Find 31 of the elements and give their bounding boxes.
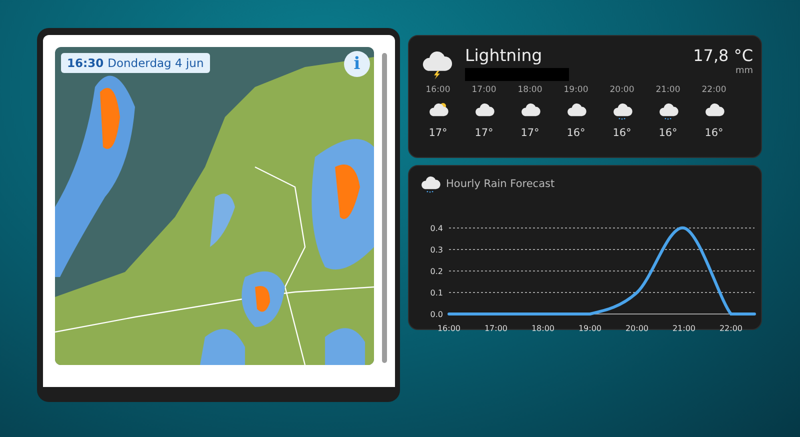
hour-temperature: 16° <box>612 127 632 139</box>
axis-label: 18:00 <box>531 324 555 333</box>
axis-label: 0.2 <box>430 267 443 276</box>
axis-label: 16:00 <box>437 324 461 333</box>
card-title: Hourly Rain Forecast <box>446 178 555 190</box>
hour-temperature: 16° <box>704 127 724 139</box>
hour-label: 19:00 <box>564 85 588 95</box>
hour-label: 22:00 <box>702 85 726 95</box>
axis-label: 22:00 <box>719 324 743 333</box>
hour-temperature: 16° <box>566 127 586 139</box>
axis-label: 0.1 <box>430 288 443 298</box>
hour-temperature: 16° <box>658 127 678 139</box>
axis-label: 21:00 <box>672 324 696 333</box>
axis-label: 0.4 <box>430 224 443 233</box>
axis-label: 0.0 <box>430 310 443 319</box>
hour-label: 18:00 <box>518 85 542 95</box>
hour-temperature: 17° <box>428 127 448 139</box>
hour-label: 20:00 <box>610 85 634 95</box>
hour-label: 17:00 <box>472 85 496 95</box>
hour-temperature: 17° <box>474 127 494 139</box>
axis-label: 19:00 <box>578 324 602 333</box>
temperature-label: 17,8 °C <box>693 46 753 65</box>
axis-label: 0.3 <box>430 246 443 254</box>
unit-label: mm <box>735 66 753 76</box>
hour-label: 21:00 <box>656 85 680 95</box>
timestamp-label: 16:30 Donderdag 4 jun <box>61 53 210 73</box>
axis-label: 17:00 <box>484 324 508 333</box>
hour-label: 16:00 <box>426 85 450 95</box>
condition-label: Lightning <box>465 46 544 65</box>
axis-label: 20:00 <box>625 324 649 333</box>
hour-temperature: 17° <box>520 127 540 139</box>
